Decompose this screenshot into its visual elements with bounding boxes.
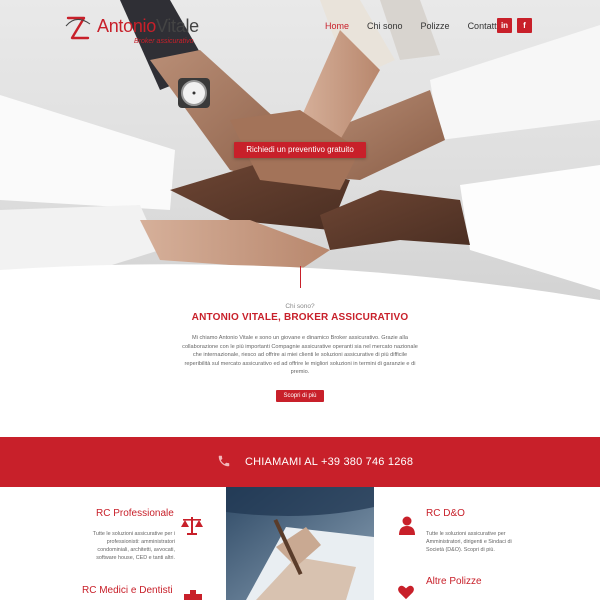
service-title-rc-medici[interactable]: RC Medici e Dentisti [82, 585, 173, 596]
logo-name: AntonioVitale [97, 16, 199, 37]
logo[interactable]: AntonioVitale Broker assicurativo [64, 12, 214, 45]
service-text-rc-professionale: Tutte le soluzioni assicurative per i pr… [92, 531, 175, 561]
nav-item-polizze[interactable]: Polizze [421, 21, 450, 31]
facebook-icon[interactable]: f [517, 18, 532, 33]
linkedin-icon[interactable]: in [497, 18, 512, 33]
signing-photo [226, 487, 374, 600]
about-kicker: Chi sono? [285, 303, 315, 310]
site-header: AntonioVitale Broker assicurativo Home C… [0, 0, 600, 50]
nav-item-contatti[interactable]: Contatti [468, 21, 499, 31]
call-phone-link[interactable]: CHIAMAMI AL +39 380 746 1268 [245, 456, 413, 468]
hero-banner: AntonioVitale Broker assicurativo Home C… [0, 0, 600, 300]
nav-item-chi-sono[interactable]: Chi sono [367, 21, 403, 31]
user-icon [399, 516, 415, 535]
service-title-rc-professionale[interactable]: RC Professionale [96, 508, 174, 519]
heart-icon [398, 585, 414, 600]
nav-item-home[interactable]: Home [325, 21, 349, 31]
about-text: Mi chiamo Antonio Vitale e sono un giova… [182, 335, 418, 376]
logo-last-name: Vitale [155, 16, 199, 36]
scales-icon [181, 517, 203, 535]
request-quote-button[interactable]: Richiedi un preventivo gratuito [234, 142, 366, 158]
section-divider [300, 266, 301, 288]
logo-tagline: Broker assicurativo [134, 38, 194, 45]
main-nav: Home Chi sono Polizze Contatti [325, 21, 499, 31]
logo-first-name: Antonio [97, 16, 156, 36]
medical-icon [184, 590, 202, 600]
logo-mark-icon [65, 16, 91, 40]
phone-icon[interactable] [217, 454, 231, 468]
about-title: ANTONIO VITALE, BROKER ASSICURATIVO [191, 312, 409, 323]
service-title-rc-do[interactable]: RC D&O [426, 508, 465, 519]
service-title-altre-polizze[interactable]: Altre Polizze [426, 576, 482, 587]
discover-more-button[interactable]: Scopri di più [276, 390, 324, 402]
service-text-rc-do: Tutte le soluzioni assicurative per Ammi… [426, 531, 512, 553]
